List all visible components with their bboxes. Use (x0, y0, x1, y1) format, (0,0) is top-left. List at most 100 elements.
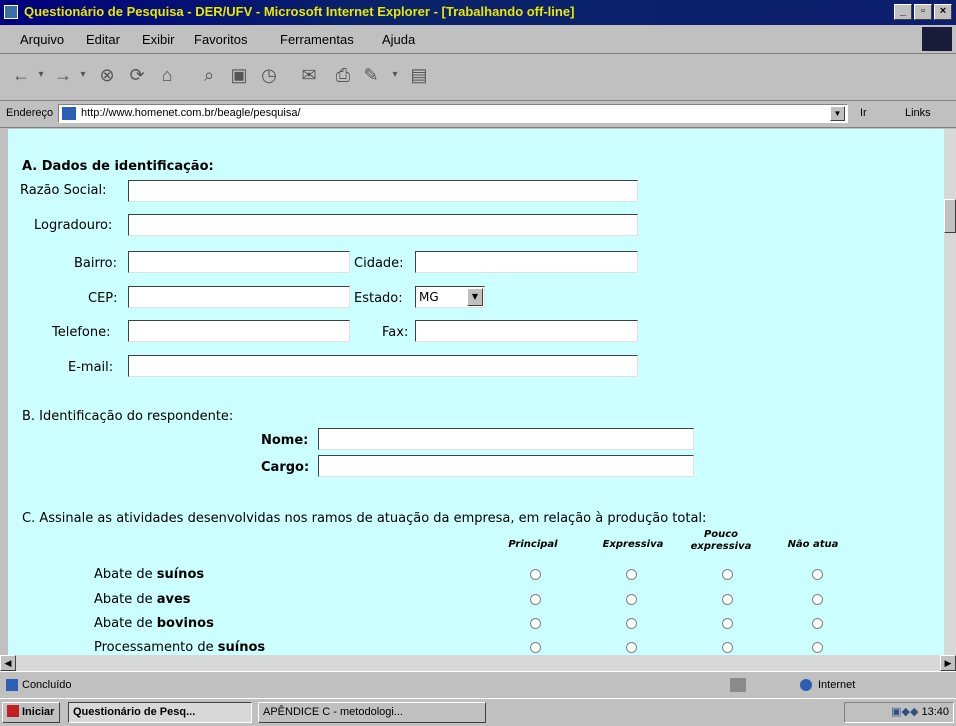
radio-r3-expressiva[interactable] (626, 642, 637, 653)
radio-r3-pouco[interactable] (722, 642, 733, 653)
favorites-icon[interactable]: ▣ (228, 64, 250, 86)
page-icon (62, 107, 76, 120)
radio-r2-expressiva[interactable] (626, 618, 637, 629)
radio-r2-nao-atua[interactable] (812, 618, 823, 629)
radio-r2-pouco[interactable] (722, 618, 733, 629)
bairro-input[interactable] (128, 251, 350, 273)
radio-r2-principal[interactable] (530, 618, 541, 629)
status-text: Concluído (22, 679, 72, 691)
stop-icon[interactable]: ⊗ (96, 64, 118, 86)
section-b-heading: B. Identificação do respondente: (22, 409, 234, 424)
menu-ferramentas[interactable]: Ferramentas (280, 32, 354, 47)
fax-input[interactable] (415, 320, 638, 342)
vertical-scrollbar[interactable] (944, 129, 956, 655)
nome-input[interactable] (318, 428, 694, 450)
back-icon[interactable]: ← (10, 64, 32, 86)
address-dropdown-icon[interactable]: ▼ (830, 106, 845, 121)
left-frame-border (0, 129, 8, 655)
scroll-right-icon[interactable]: ▶ (940, 655, 956, 671)
forward-dropdown-icon[interactable]: ▾ (76, 64, 90, 86)
section-a-heading: A. Dados de identificação: (22, 159, 214, 174)
menu-exibir[interactable]: Exibir (142, 32, 175, 47)
links-button[interactable]: Links (905, 107, 931, 119)
radio-r3-principal[interactable] (530, 642, 541, 653)
email-label: E-mail: (68, 360, 114, 375)
radio-r3-nao-atua[interactable] (812, 642, 823, 653)
search-icon[interactable]: ⌕ (198, 64, 220, 86)
task-questionario[interactable]: Questionário de Pesq... (68, 702, 252, 723)
edit-icon[interactable]: ✎ (360, 64, 382, 86)
row-label-3: Processamento de suínos (94, 640, 266, 655)
address-label: Endereço (6, 107, 54, 119)
radio-r1-nao-atua[interactable] (812, 594, 823, 605)
window-title: Questionário de Pesquisa - DER/UFV - Mic… (24, 4, 575, 19)
vertical-scroll-thumb[interactable] (944, 199, 956, 233)
radio-r1-principal[interactable] (530, 594, 541, 605)
menu-bar: Arquivo Editar Exibir Favoritos Ferramen… (0, 25, 956, 54)
done-page-icon (6, 679, 18, 691)
fax-label: Fax: (382, 325, 409, 340)
minimize-button[interactable]: _ (894, 4, 912, 20)
logradouro-input[interactable] (128, 214, 638, 236)
task-apendice-label: APÊNDICE C - metodologi... (263, 706, 403, 718)
radio-r0-pouco[interactable] (722, 569, 733, 580)
radio-r1-pouco[interactable] (722, 594, 733, 605)
forward-icon[interactable]: → (52, 64, 74, 86)
close-button[interactable]: × (934, 4, 952, 20)
radio-r0-nao-atua[interactable] (812, 569, 823, 580)
email-input[interactable] (128, 355, 638, 377)
home-icon[interactable]: ⌂ (156, 64, 178, 86)
cep-label: CEP: (88, 291, 118, 306)
logradouro-label: Logradouro: (34, 218, 113, 233)
col-nao-atua: Não atua (787, 539, 839, 550)
radio-r1-expressiva[interactable] (626, 594, 637, 605)
discuss-icon[interactable]: ▤ (408, 64, 430, 86)
col-principal: Principal (508, 539, 558, 550)
menu-favoritos[interactable]: Favoritos (194, 32, 247, 47)
radio-r0-expressiva[interactable] (626, 569, 637, 580)
address-input[interactable]: http://www.homenet.com.br/beagle/pesquis… (58, 104, 848, 123)
toolbar: ← ▾ → ▾ ⊗ ⟳ ⌂ ⌕ ▣ ◷ ✉ ⎙ ✎ ▾ ▤ (0, 54, 956, 101)
refresh-icon[interactable]: ⟳ (126, 64, 148, 86)
history-icon[interactable]: ◷ (258, 64, 280, 86)
maximize-button[interactable]: ▫ (914, 4, 932, 20)
scroll-left-icon[interactable]: ◀ (0, 655, 16, 671)
menu-editar[interactable]: Editar (86, 32, 120, 47)
cidade-input[interactable] (415, 251, 638, 273)
window-controls: _ ▫ × (894, 4, 952, 20)
cargo-input[interactable] (318, 455, 694, 477)
mail-icon[interactable]: ✉ (298, 64, 320, 86)
cep-input[interactable] (128, 286, 350, 308)
telefone-input[interactable] (128, 320, 350, 342)
ie-app-icon[interactable] (4, 5, 18, 19)
address-bar: Endereço http://www.homenet.com.br/beagl… (0, 101, 956, 128)
globe-icon (800, 679, 812, 691)
razao-social-label: Razão Social: (20, 183, 107, 198)
windows-flag-icon (7, 705, 19, 717)
tray-icons[interactable]: ▣◆◆ (891, 706, 921, 718)
menu-arquivo[interactable]: Arquivo (20, 32, 64, 47)
offline-icon (730, 678, 746, 692)
task-apendice[interactable]: APÊNDICE C - metodologi... (258, 702, 486, 723)
go-button[interactable]: Ir (860, 107, 867, 119)
nome-label: Nome: (261, 433, 309, 448)
clock: 13:40 (921, 706, 949, 718)
estado-value: MG (419, 290, 439, 304)
start-label: Iniciar (22, 706, 55, 718)
start-button[interactable]: Iniciar (2, 702, 60, 723)
page-content: A. Dados de identificação: Razão Social:… (8, 129, 944, 655)
horizontal-scrollbar[interactable]: ◀ ▶ (0, 655, 956, 671)
razao-social-input[interactable] (128, 180, 638, 202)
row-label-2: Abate de bovinos (94, 616, 214, 631)
menu-ajuda[interactable]: Ajuda (382, 32, 415, 47)
print-icon[interactable]: ⎙ (332, 64, 354, 86)
radio-r0-principal[interactable] (530, 569, 541, 580)
back-dropdown-icon[interactable]: ▾ (34, 64, 48, 86)
edit-dropdown-icon[interactable]: ▾ (388, 64, 402, 86)
telefone-label: Telefone: (52, 325, 111, 340)
estado-dropdown-icon[interactable]: ▼ (467, 288, 483, 306)
section-c-heading: C. Assinale as atividades desenvolvidas … (22, 511, 707, 526)
estado-select[interactable]: MG ▼ (415, 286, 485, 308)
estado-label: Estado: (354, 291, 403, 306)
col-pouco-expressiva: Pouco expressiva (690, 529, 752, 552)
